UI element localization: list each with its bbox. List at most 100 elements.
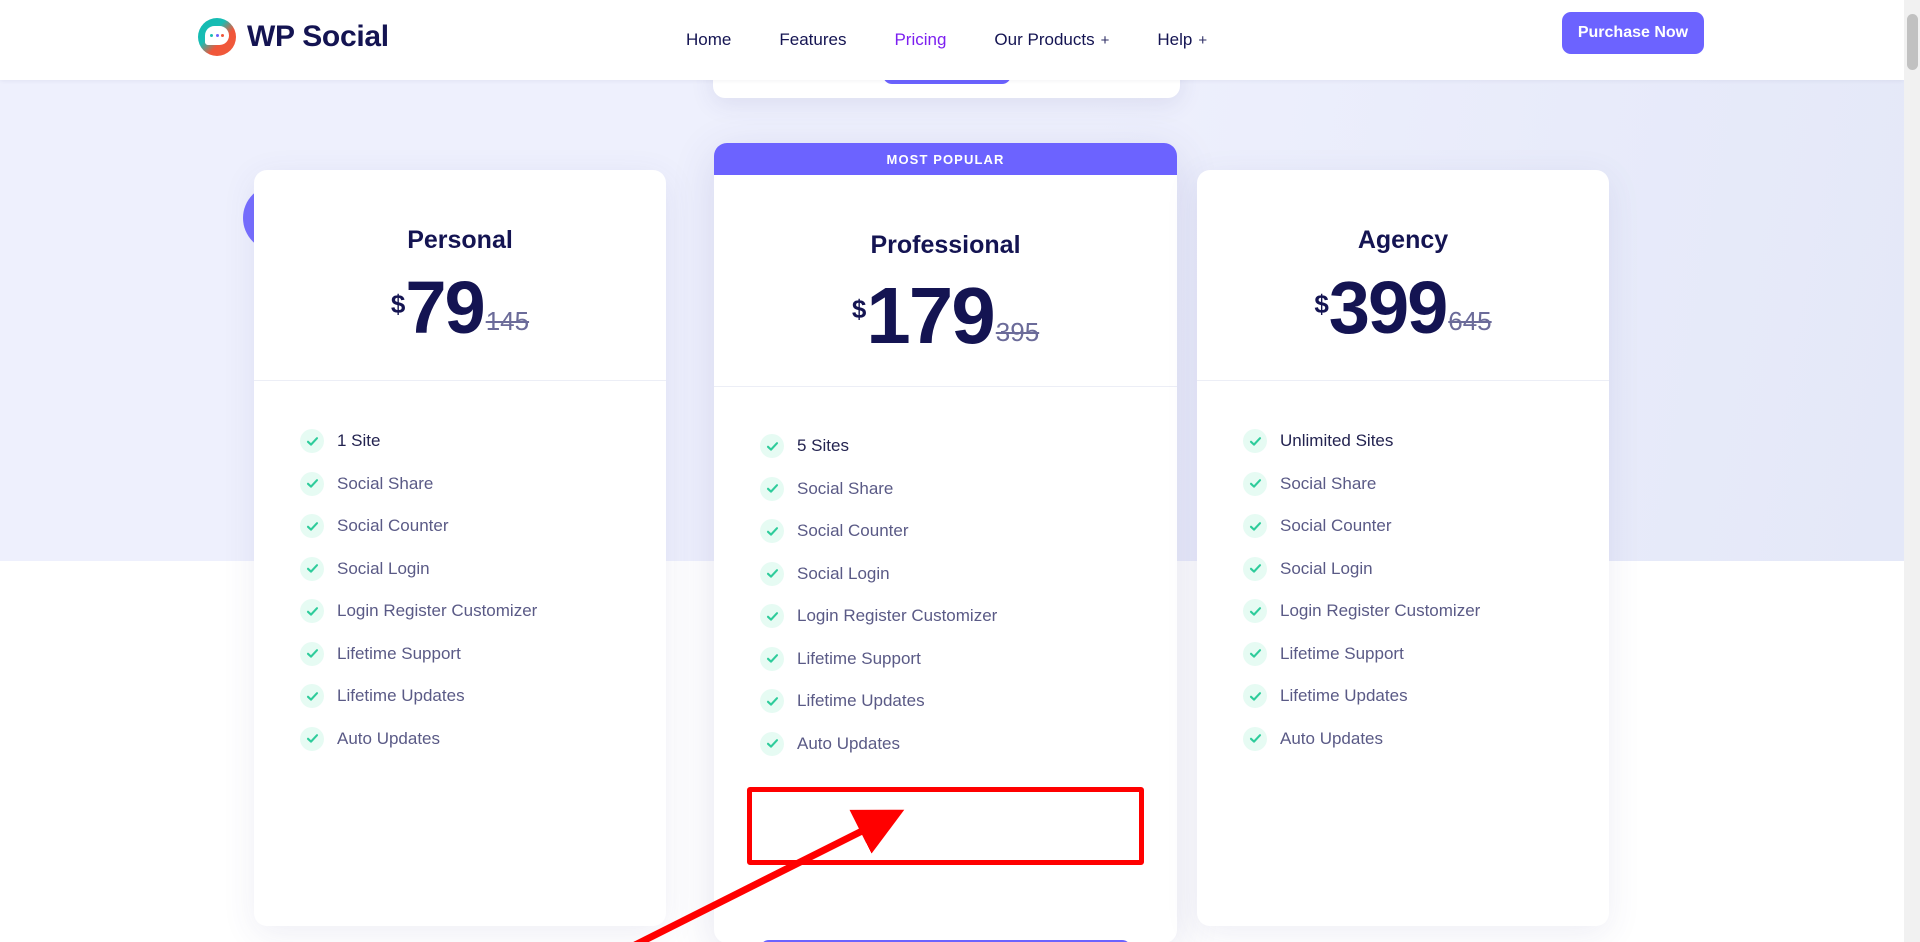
feature-label: Login Register Customizer	[337, 601, 538, 621]
list-item: Lifetime Support	[760, 638, 997, 681]
price-amount: 179	[866, 271, 995, 360]
check-icon	[1243, 471, 1267, 496]
price-original: 645	[1448, 306, 1492, 337]
plan-name: Professional	[870, 231, 1021, 259]
feature-label: Social Counter	[337, 516, 449, 536]
list-item: Lifetime Updates	[300, 675, 537, 718]
check-icon	[300, 641, 324, 666]
feature-label: Social Counter	[797, 521, 909, 541]
card-header: Personal $ 79 145	[254, 226, 666, 349]
check-icon	[760, 731, 784, 756]
feature-list: 1 Site Social Share Social Counter Socia…	[300, 420, 537, 760]
price-row: $ 79 145	[254, 266, 666, 349]
list-item: Social Counter	[760, 510, 997, 553]
price-row: $ 179 395	[714, 271, 1177, 360]
list-item: Social Counter	[1243, 505, 1480, 548]
list-item: Login Register Customizer	[1243, 590, 1480, 633]
card-divider	[1197, 380, 1609, 381]
check-icon	[760, 561, 784, 586]
feature-label: Auto Updates	[1280, 728, 1384, 748]
scrollbar-track[interactable]	[1904, 0, 1920, 942]
nav-item-pricing[interactable]: Pricing	[894, 30, 946, 50]
feature-label: Lifetime Support	[1280, 643, 1404, 663]
feature-label: Login Register Customizer	[797, 606, 998, 626]
list-item: Lifetime Updates	[760, 680, 997, 723]
feature-label: Unlimited Sites	[1280, 431, 1394, 451]
nav-label: Our Products	[994, 30, 1095, 49]
feature-label: Lifetime Updates	[337, 686, 465, 706]
list-item: Social Share	[1243, 463, 1480, 506]
check-icon	[760, 646, 784, 671]
speech-bubble-icon	[205, 26, 229, 45]
feature-label: Social Share	[1280, 473, 1377, 493]
pricing-card-agency: Agency $ 399 645 Unlimited Sites Social …	[1197, 170, 1609, 926]
check-icon	[760, 434, 784, 459]
list-item: Social Login	[300, 548, 537, 591]
plan-name: Agency	[1357, 226, 1449, 254]
pricing-cards: Personal $ 79 145 1 Site Social Share So…	[0, 0, 1904, 942]
feature-label: 5 Sites	[797, 436, 849, 456]
feature-label: Social Share	[797, 478, 894, 498]
scrollbar-thumb[interactable]	[1907, 14, 1918, 70]
price-row: $ 399 645	[1197, 266, 1609, 349]
feature-label: Lifetime Support	[337, 643, 461, 663]
feature-label: Login Register Customizer	[1280, 601, 1481, 621]
list-item: 5 Sites	[760, 425, 997, 468]
nav-item-our-products[interactable]: Our Products +	[994, 30, 1109, 50]
check-icon	[1243, 514, 1267, 539]
check-icon	[1243, 599, 1267, 624]
check-icon	[300, 599, 324, 624]
nav-item-features[interactable]: Features	[779, 30, 846, 50]
feature-label: Auto Updates	[337, 728, 441, 748]
feature-label: Social Share	[337, 473, 434, 493]
page-root: Personal $ 79 145 1 Site Social Share So…	[0, 0, 1920, 942]
price-amount: 79	[405, 266, 485, 349]
list-item: Lifetime Support	[1243, 633, 1480, 676]
logo[interactable]: WP Social	[198, 18, 389, 56]
card-header: Agency $ 399 645	[1197, 226, 1609, 349]
list-item: Auto Updates	[1243, 718, 1480, 761]
feature-label: Social Login	[337, 558, 430, 578]
feature-label: 1 Site	[337, 431, 381, 451]
pricing-card-personal: Personal $ 79 145 1 Site Social Share So…	[254, 170, 666, 926]
brand-name: WP Social	[247, 20, 389, 53]
status-badge: MOST POPULAR	[714, 143, 1177, 175]
list-item: Social Share	[300, 463, 537, 506]
feature-list: 5 Sites Social Share Social Counter Soci…	[760, 425, 997, 765]
price-currency: $	[390, 289, 406, 319]
check-icon	[300, 471, 324, 496]
check-icon	[1243, 556, 1267, 581]
check-icon	[760, 476, 784, 501]
list-item: Auto Updates	[760, 723, 997, 766]
wp-social-logo-icon	[198, 18, 236, 56]
card-header: Professional $ 179 395	[714, 231, 1177, 360]
list-item: Login Register Customizer	[300, 590, 537, 633]
card-divider	[254, 380, 666, 381]
check-icon	[1243, 641, 1267, 666]
feature-label: Social Login	[797, 563, 890, 583]
check-icon	[760, 519, 784, 544]
price-original: 145	[485, 306, 530, 337]
purchase-now-button[interactable]: Purchase Now	[1562, 12, 1704, 54]
feature-label: Social Counter	[1280, 516, 1392, 536]
list-item: 1 Site	[300, 420, 537, 463]
check-icon	[300, 429, 324, 454]
nav-item-home[interactable]: Home	[686, 30, 731, 50]
price-amount: 399	[1328, 266, 1448, 349]
plan-name: Personal	[407, 226, 513, 254]
list-item: Auto Updates	[300, 718, 537, 761]
list-item: Social Login	[760, 553, 997, 596]
feature-label: Lifetime Updates	[797, 691, 925, 711]
main-navigation: Home Features Pricing Our Products + Hel…	[686, 0, 1207, 80]
feature-list: Unlimited Sites Social Share Social Coun…	[1243, 420, 1480, 760]
list-item: Social Counter	[300, 505, 537, 548]
card-divider	[714, 386, 1177, 387]
list-item: Lifetime Support	[300, 633, 537, 676]
list-item: Unlimited Sites	[1243, 420, 1480, 463]
plus-icon: +	[1198, 31, 1208, 49]
check-icon	[300, 514, 324, 539]
check-icon	[1243, 429, 1267, 454]
nav-item-help[interactable]: Help +	[1157, 30, 1207, 50]
check-icon	[300, 684, 324, 709]
feature-label: Auto Updates	[797, 733, 901, 753]
